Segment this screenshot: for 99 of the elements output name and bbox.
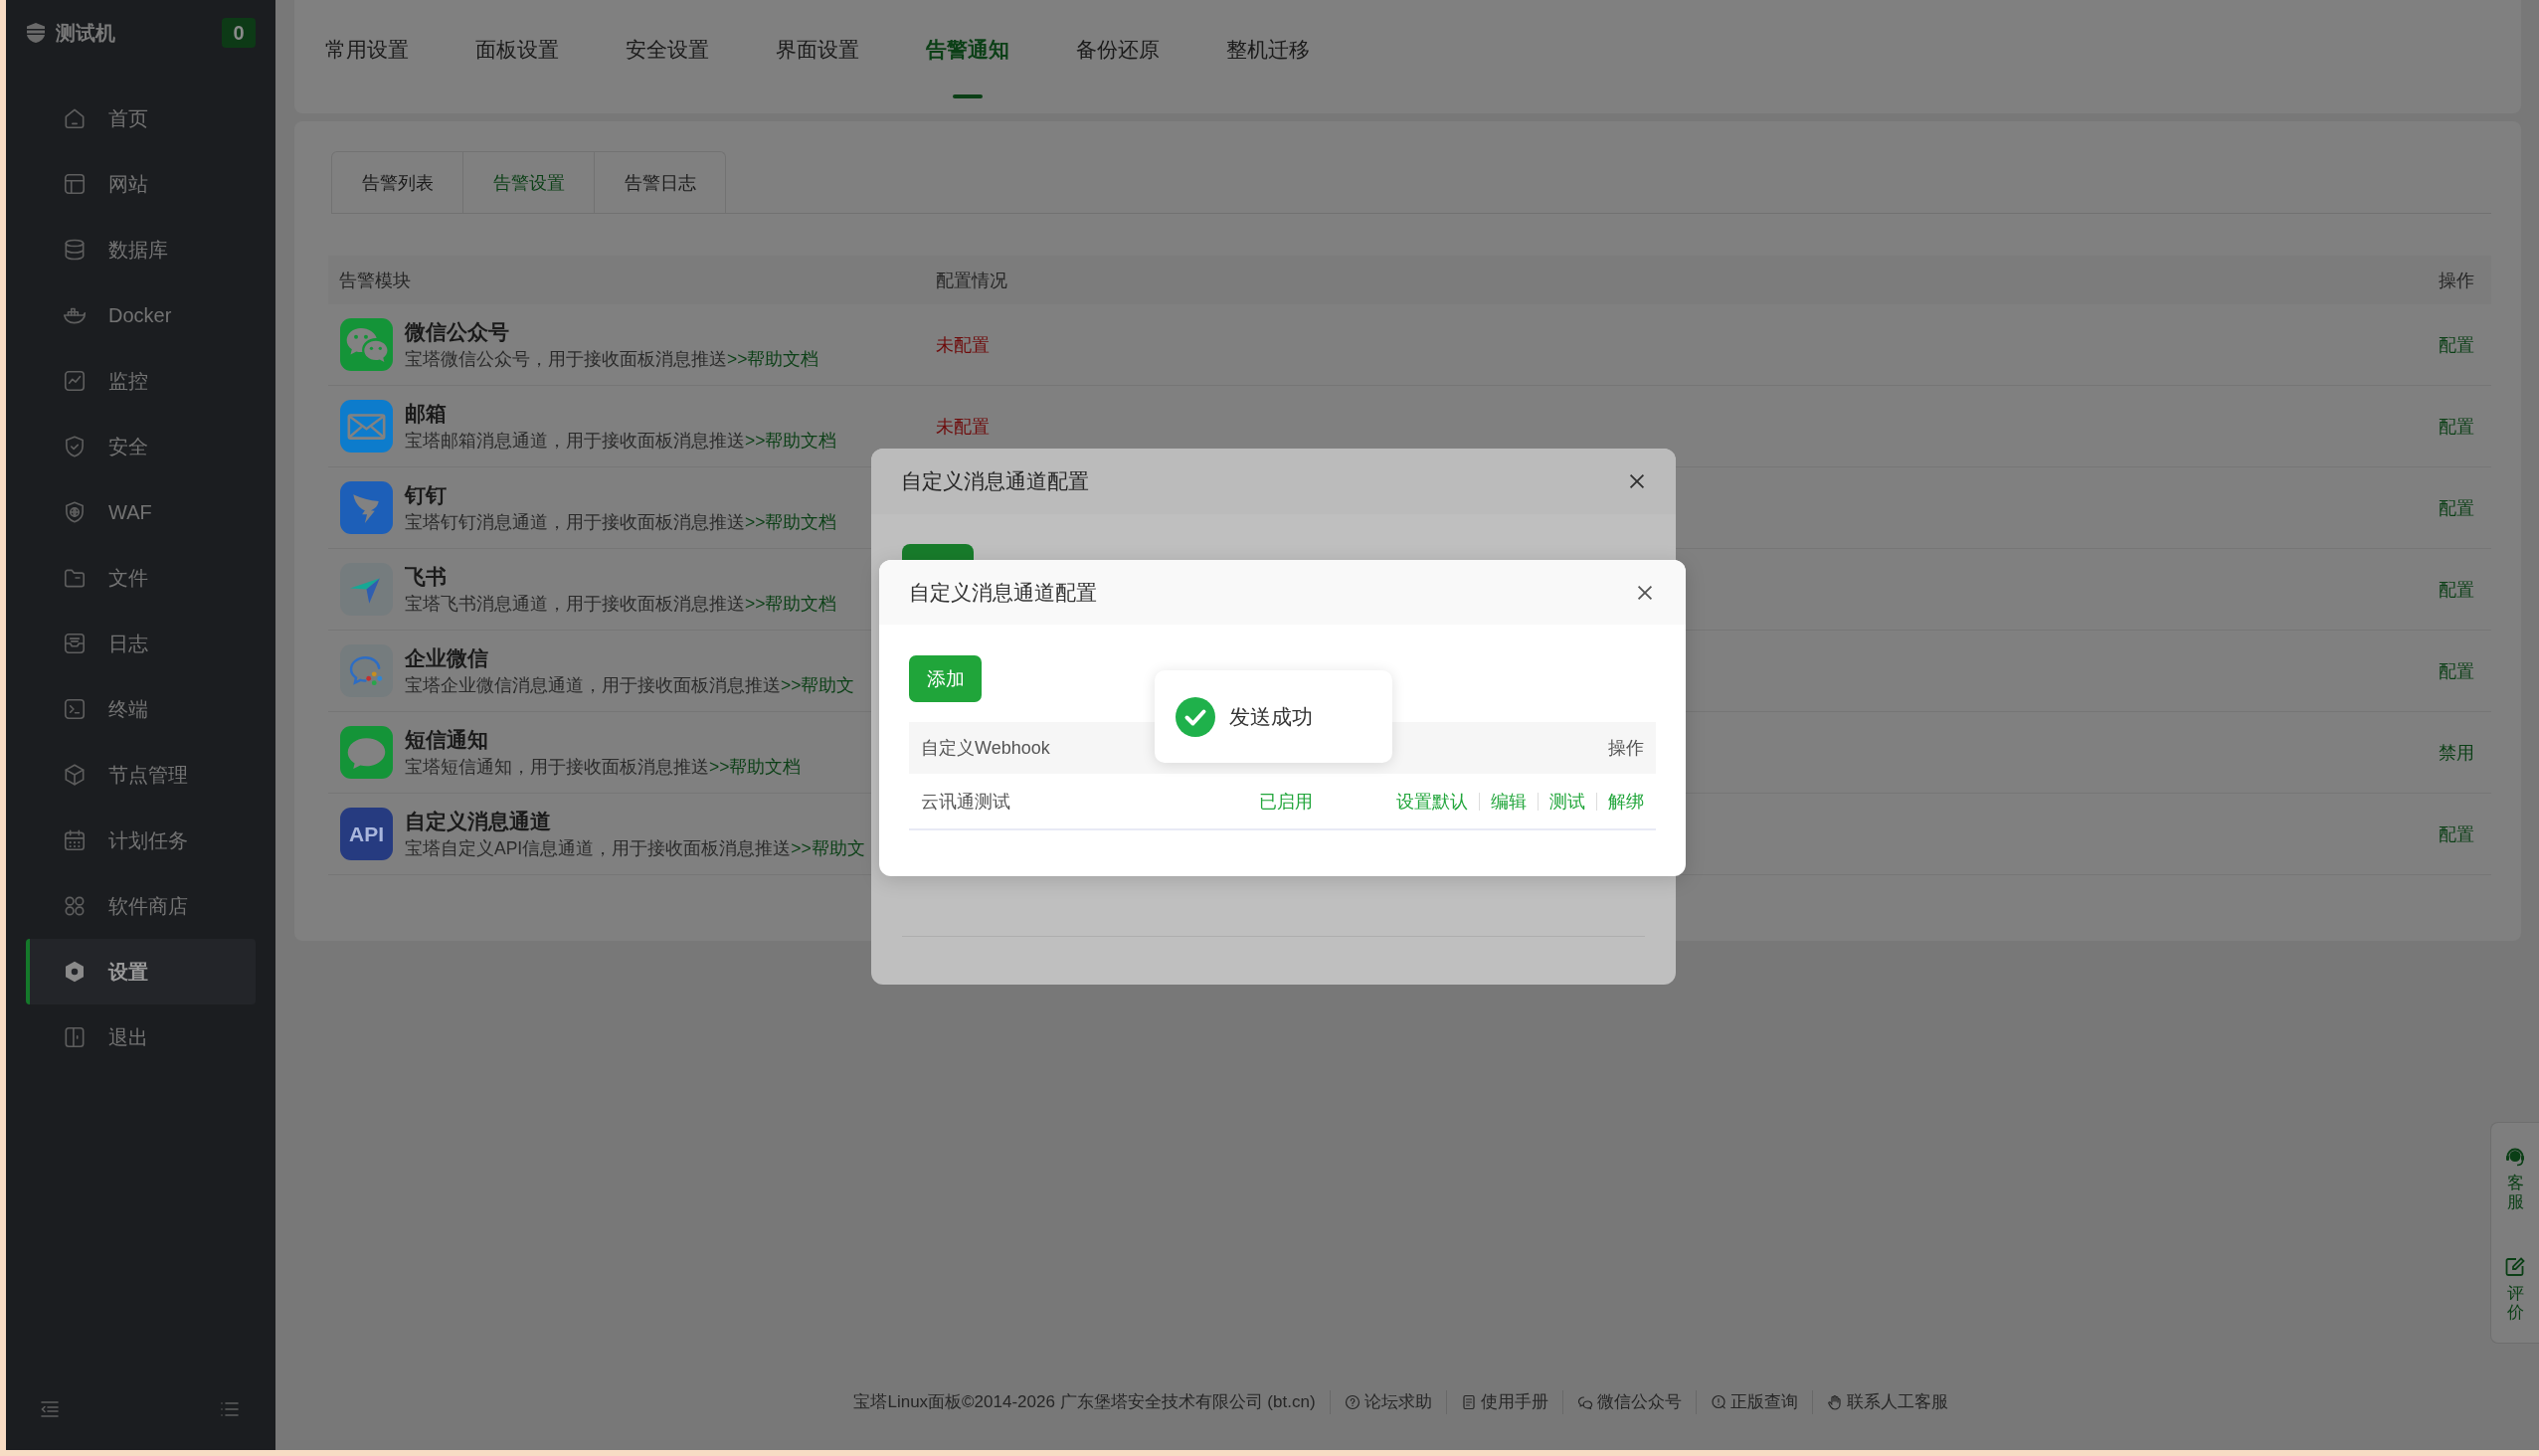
speech-bubble-icon xyxy=(340,726,393,779)
wing-icon xyxy=(340,481,393,534)
sidebar-item[interactable]: 节点管理 xyxy=(26,742,256,808)
settings-tab[interactable]: 界面设置 xyxy=(776,0,859,113)
settings-tab[interactable]: 常用设置 xyxy=(325,0,409,113)
browser-window-icon xyxy=(62,171,88,197)
footer-link[interactable]: 使用手册 xyxy=(1445,1390,1562,1414)
toolbar-button[interactable]: 评价 xyxy=(2503,1255,2527,1323)
chat-bubble-dots-icon xyxy=(340,644,393,697)
channel-title: 邮箱 xyxy=(405,400,447,427)
config-link[interactable]: 配置 xyxy=(2439,332,2491,357)
help-link[interactable]: >>帮助文档 xyxy=(745,509,837,534)
paper-plane-icon xyxy=(340,563,393,616)
sidebar-item[interactable]: 终端 xyxy=(26,676,256,742)
settings-tab[interactable]: 安全设置 xyxy=(626,0,709,113)
config-link[interactable]: 配置 xyxy=(2439,495,2491,520)
status-text: 未配置 xyxy=(936,334,990,355)
footer-link[interactable]: 论坛求助 xyxy=(1329,1390,1446,1414)
toolbar-button[interactable]: 客服 xyxy=(2503,1145,2527,1212)
shield-logo-icon xyxy=(24,20,48,46)
sidebar-item[interactable]: 网站 xyxy=(26,151,256,217)
action-link[interactable]: 编辑 xyxy=(1479,792,1538,811)
help-circle-icon xyxy=(1344,1394,1360,1410)
channel-description: 宝塔微信公众号，用于接收面板消息推送 xyxy=(405,347,727,371)
action-link[interactable]: 测试 xyxy=(1538,792,1596,811)
settings-tab[interactable]: 备份还原 xyxy=(1076,0,1160,113)
magnifier-alert-icon xyxy=(1710,1394,1726,1410)
api-icon: API xyxy=(340,808,393,860)
channel-description: 宝塔飞书消息通道，用于接收面板消息推送 xyxy=(405,592,745,616)
channel-description: 宝塔短信通知，用于接收面板消息推送 xyxy=(405,755,709,779)
config-link[interactable]: 配置 xyxy=(2439,821,2491,846)
help-link[interactable]: >>帮助文档 xyxy=(727,346,819,371)
status-text: 已启用 xyxy=(1259,790,1314,814)
sidebar-item[interactable]: 文件 xyxy=(26,545,256,611)
config-link[interactable]: 配置 xyxy=(2439,577,2491,602)
hand-icon xyxy=(1826,1394,1843,1410)
channel-title: 飞书 xyxy=(405,563,447,590)
help-link[interactable]: >>帮助文 xyxy=(781,672,855,697)
sidebar-item[interactable]: 首页 xyxy=(26,86,256,151)
settings-tab[interactable]: 面板设置 xyxy=(475,0,559,113)
footer-link[interactable]: 正版查询 xyxy=(1695,1390,1812,1414)
server-name: 测试机 xyxy=(56,20,115,46)
sidebar-item[interactable]: 计划任务 xyxy=(26,808,256,873)
sidebar-item[interactable]: 软件商店 xyxy=(26,873,256,939)
channel-title: 企业微信 xyxy=(405,644,488,671)
envelope-icon xyxy=(340,400,393,453)
sidebar-item[interactable]: 监控 xyxy=(26,348,256,414)
help-link[interactable]: >>帮助文档 xyxy=(745,428,837,453)
calendar-icon xyxy=(62,827,88,853)
chat-bubbles-icon xyxy=(1576,1394,1593,1410)
column-header: 操作 xyxy=(1608,737,1644,760)
footer-link[interactable]: 微信公众号 xyxy=(1561,1390,1696,1414)
status-text: 未配置 xyxy=(936,416,990,437)
check-circle-icon xyxy=(1176,696,1215,737)
settings-tab[interactable]: 告警通知 xyxy=(926,0,1009,113)
alert-subtab[interactable]: 告警日志 xyxy=(594,151,726,213)
sidebar-item[interactable]: 数据库 xyxy=(26,217,256,282)
table-cell-text: 云讯通测试 xyxy=(920,790,1011,814)
settings-tab[interactable]: 整机迁移 xyxy=(1226,0,1310,113)
sidebar-item[interactable]: Docker xyxy=(26,282,256,348)
sidebar-item[interactable]: WAF xyxy=(26,479,256,545)
channel-title: 自定义消息通道 xyxy=(405,808,551,834)
dialog-title: 自定义消息通道配置 xyxy=(901,468,1089,494)
copyright-text: 宝塔Linux面板©2014-2026 广东堡塔安全技术有限公司 (bt.cn) xyxy=(853,1391,1317,1413)
inbox-tray-icon xyxy=(62,631,88,656)
sidebar-item[interactable]: 日志 xyxy=(26,611,256,676)
column-header: 自定义Webhook xyxy=(921,737,1050,760)
action-link[interactable]: 设置默认 xyxy=(1385,792,1479,811)
help-link[interactable]: >>帮助文 xyxy=(791,835,865,860)
terminal-icon xyxy=(62,696,88,722)
action-link[interactable]: 解绑 xyxy=(1596,792,1656,811)
column-header: 告警模块 xyxy=(338,269,412,292)
config-link[interactable]: 禁用 xyxy=(2439,740,2491,765)
channel-description: 宝塔钉钉消息通道，用于接收面板消息推送 xyxy=(405,510,745,534)
notification-badge: 0 xyxy=(222,18,256,48)
alert-subtab[interactable]: 告警列表 xyxy=(331,151,463,213)
channel-title: 钉钉 xyxy=(405,481,447,508)
add-button[interactable]: 添加 xyxy=(909,655,982,702)
channel-description: 宝塔自定义API信息通道，用于接收面板消息推送 xyxy=(405,836,792,860)
channel-title: 微信公众号 xyxy=(405,318,509,345)
toast-message: 发送成功 xyxy=(1229,703,1313,730)
sidebar-item[interactable]: 安全 xyxy=(26,414,256,479)
config-link[interactable]: 配置 xyxy=(2439,414,2491,439)
dialog-title: 自定义消息通道配置 xyxy=(909,579,1097,606)
channel-description: 宝塔邮箱消息通道，用于接收面板消息推送 xyxy=(405,429,745,453)
channel-description: 宝塔企业微信消息通道，用于接收面板消息推送 xyxy=(405,673,781,697)
chat-bubbles-icon xyxy=(340,318,393,371)
sidebar-item[interactable]: 设置 xyxy=(26,939,256,1004)
config-link[interactable]: 配置 xyxy=(2439,658,2491,683)
document-icon xyxy=(1460,1394,1477,1410)
add-button[interactable] xyxy=(902,544,974,560)
channel-title: 短信通知 xyxy=(405,726,488,753)
line-chart-icon xyxy=(62,368,88,394)
help-link[interactable]: >>帮助文档 xyxy=(709,754,802,779)
column-header: 操作 xyxy=(2438,269,2475,292)
footer-link[interactable]: 联系人工客服 xyxy=(1811,1390,1962,1414)
column-header: 配置情况 xyxy=(935,269,1008,292)
sidebar-item[interactable]: 退出 xyxy=(26,1004,256,1070)
help-link[interactable]: >>帮助文档 xyxy=(745,591,837,616)
